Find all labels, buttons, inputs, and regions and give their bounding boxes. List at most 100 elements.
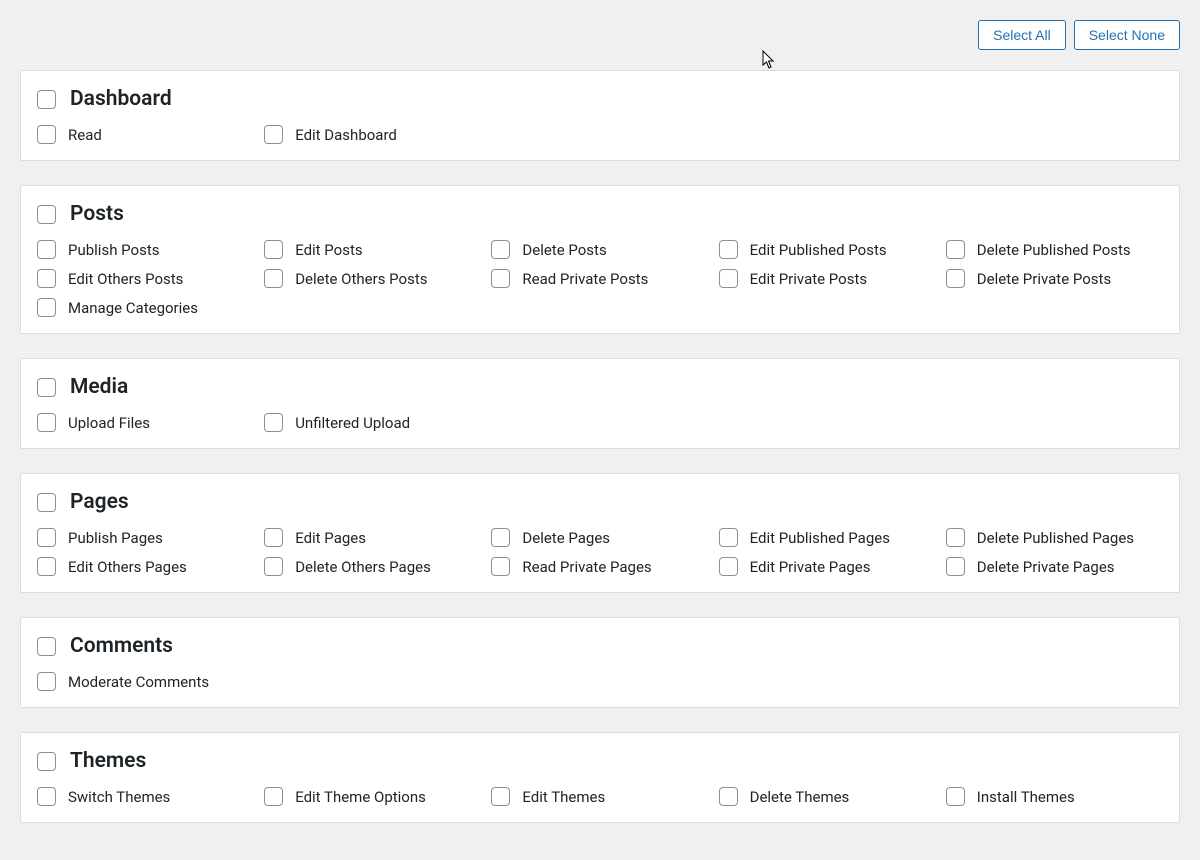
capability-grid: Publish Pages Edit Pages Delete Pages Edit … bbox=[37, 528, 1163, 576]
capability-item: Upload Files bbox=[37, 413, 254, 432]
capability-grid: Publish PostsEdit PostsDelete PostsEdit … bbox=[37, 240, 1163, 317]
capability-checkbox[interactable] bbox=[491, 528, 510, 547]
select-all-button[interactable]: Select All bbox=[978, 20, 1066, 50]
capability-checkbox[interactable] bbox=[37, 528, 56, 547]
capability-group: Comments Moderate Comments bbox=[20, 617, 1180, 708]
capability-checkbox[interactable] bbox=[37, 413, 56, 432]
capability-item: Delete Others Posts bbox=[264, 269, 481, 288]
capability-label: Edit Pages bbox=[295, 529, 366, 547]
group-title: Media bbox=[70, 375, 128, 399]
capability-item: Install Themes bbox=[946, 787, 1163, 806]
capability-item: Edit Others Posts bbox=[37, 269, 254, 288]
capability-label: Publish Pages bbox=[68, 529, 163, 547]
capability-item: Read Private Posts bbox=[491, 269, 708, 288]
capability-label: Install Themes bbox=[977, 788, 1075, 806]
capability-checkbox[interactable] bbox=[264, 269, 283, 288]
capability-checkbox[interactable] bbox=[719, 528, 738, 547]
capability-label: Edit Private Pages bbox=[750, 558, 871, 576]
capability-item: Delete Posts bbox=[491, 240, 708, 259]
group-checkbox[interactable] bbox=[37, 637, 56, 656]
group-checkbox[interactable] bbox=[37, 205, 56, 224]
capability-checkbox[interactable] bbox=[946, 557, 965, 576]
capability-item: Edit Others Pages bbox=[37, 557, 254, 576]
capability-checkbox[interactable] bbox=[946, 787, 965, 806]
cursor-icon bbox=[762, 50, 778, 70]
capability-label: Edit Themes bbox=[522, 788, 605, 806]
capability-checkbox[interactable] bbox=[719, 269, 738, 288]
capability-checkbox[interactable] bbox=[37, 269, 56, 288]
capability-item: Edit Private Pages bbox=[719, 557, 936, 576]
capability-label: Edit Dashboard bbox=[295, 126, 397, 144]
capability-checkbox[interactable] bbox=[264, 557, 283, 576]
capability-checkbox[interactable] bbox=[946, 269, 965, 288]
capability-checkbox[interactable] bbox=[37, 557, 56, 576]
capability-group: Posts Publish PostsEdit PostsDelete Posts… bbox=[20, 185, 1180, 334]
capability-item: Delete Published Pages bbox=[946, 528, 1163, 547]
capability-checkbox[interactable] bbox=[37, 787, 56, 806]
capability-checkbox[interactable] bbox=[37, 240, 56, 259]
capability-checkbox[interactable] bbox=[264, 125, 283, 144]
capability-item: Delete Pages bbox=[491, 528, 708, 547]
capability-label: Edit Private Posts bbox=[750, 270, 868, 288]
capability-item: Switch Themes bbox=[37, 787, 254, 806]
capability-item: Edit Published Pages bbox=[719, 528, 936, 547]
capability-item: Edit Theme Options bbox=[264, 787, 481, 806]
capability-label: Delete Pages bbox=[522, 529, 610, 547]
capability-checkbox[interactable] bbox=[491, 269, 510, 288]
capability-checkbox[interactable] bbox=[946, 240, 965, 259]
capability-item: Edit Themes bbox=[491, 787, 708, 806]
group-checkbox[interactable] bbox=[37, 752, 56, 771]
capability-grid: Moderate Comments bbox=[37, 672, 1163, 691]
capability-item: Delete Themes bbox=[719, 787, 936, 806]
group-checkbox[interactable] bbox=[37, 90, 56, 109]
capability-checkbox[interactable] bbox=[37, 298, 56, 317]
select-none-button[interactable]: Select None bbox=[1074, 20, 1180, 50]
capability-checkbox[interactable] bbox=[264, 240, 283, 259]
capability-checkbox[interactable] bbox=[719, 240, 738, 259]
capability-label: Edit Others Pages bbox=[68, 558, 187, 576]
capability-label: Edit Published Posts bbox=[750, 241, 887, 259]
capability-checkbox[interactable] bbox=[719, 557, 738, 576]
capability-item: Publish Pages bbox=[37, 528, 254, 547]
capability-checkbox[interactable] bbox=[491, 787, 510, 806]
capability-grid: Upload Files Unfiltered Upload bbox=[37, 413, 1163, 432]
capability-checkbox[interactable] bbox=[37, 672, 56, 691]
capability-group: Dashboard ReadEdit Dashboard bbox=[20, 70, 1180, 161]
group-title: Dashboard bbox=[70, 87, 172, 111]
group-title: Themes bbox=[70, 749, 146, 773]
capability-label: Delete Published Posts bbox=[977, 241, 1131, 259]
group-title: Posts bbox=[70, 202, 124, 226]
capability-label: Publish Posts bbox=[68, 241, 160, 259]
capability-label: Delete Private Posts bbox=[977, 270, 1111, 288]
capability-item: Edit Pages bbox=[264, 528, 481, 547]
capability-checkbox[interactable] bbox=[491, 557, 510, 576]
capability-label: Delete Others Posts bbox=[295, 270, 427, 288]
capability-label: Delete Themes bbox=[750, 788, 850, 806]
capability-checkbox[interactable] bbox=[491, 240, 510, 259]
capability-item: Delete Private Pages bbox=[946, 557, 1163, 576]
capability-checkbox[interactable] bbox=[264, 413, 283, 432]
capability-item: Publish Posts bbox=[37, 240, 254, 259]
capability-checkbox[interactable] bbox=[264, 787, 283, 806]
group-title: Comments bbox=[70, 634, 173, 658]
capability-grid: ReadEdit Dashboard bbox=[37, 125, 1163, 144]
capability-group: Pages Publish Pages Edit Pages Delete Pages… bbox=[20, 473, 1180, 593]
capability-label: Moderate Comments bbox=[68, 673, 209, 691]
capability-label: Edit Theme Options bbox=[295, 788, 426, 806]
capability-label: Read Private Pages bbox=[522, 558, 651, 576]
capability-checkbox[interactable] bbox=[719, 787, 738, 806]
capability-checkbox[interactable] bbox=[37, 125, 56, 144]
capability-checkbox[interactable] bbox=[264, 528, 283, 547]
capability-checkbox[interactable] bbox=[946, 528, 965, 547]
group-title: Pages bbox=[70, 490, 129, 514]
capability-label: Edit Published Pages bbox=[750, 529, 890, 547]
capability-grid: Switch Themes Edit Theme Options Edit Them… bbox=[37, 787, 1163, 806]
capability-label: Delete Published Pages bbox=[977, 529, 1134, 547]
group-checkbox[interactable] bbox=[37, 493, 56, 512]
capability-label: Delete Posts bbox=[522, 241, 606, 259]
capability-item: Manage Categories bbox=[37, 298, 254, 317]
capability-label: Read Private Posts bbox=[522, 270, 648, 288]
capability-label: Unfiltered Upload bbox=[295, 414, 410, 432]
capability-label: Upload Files bbox=[68, 414, 150, 432]
group-checkbox[interactable] bbox=[37, 378, 56, 397]
